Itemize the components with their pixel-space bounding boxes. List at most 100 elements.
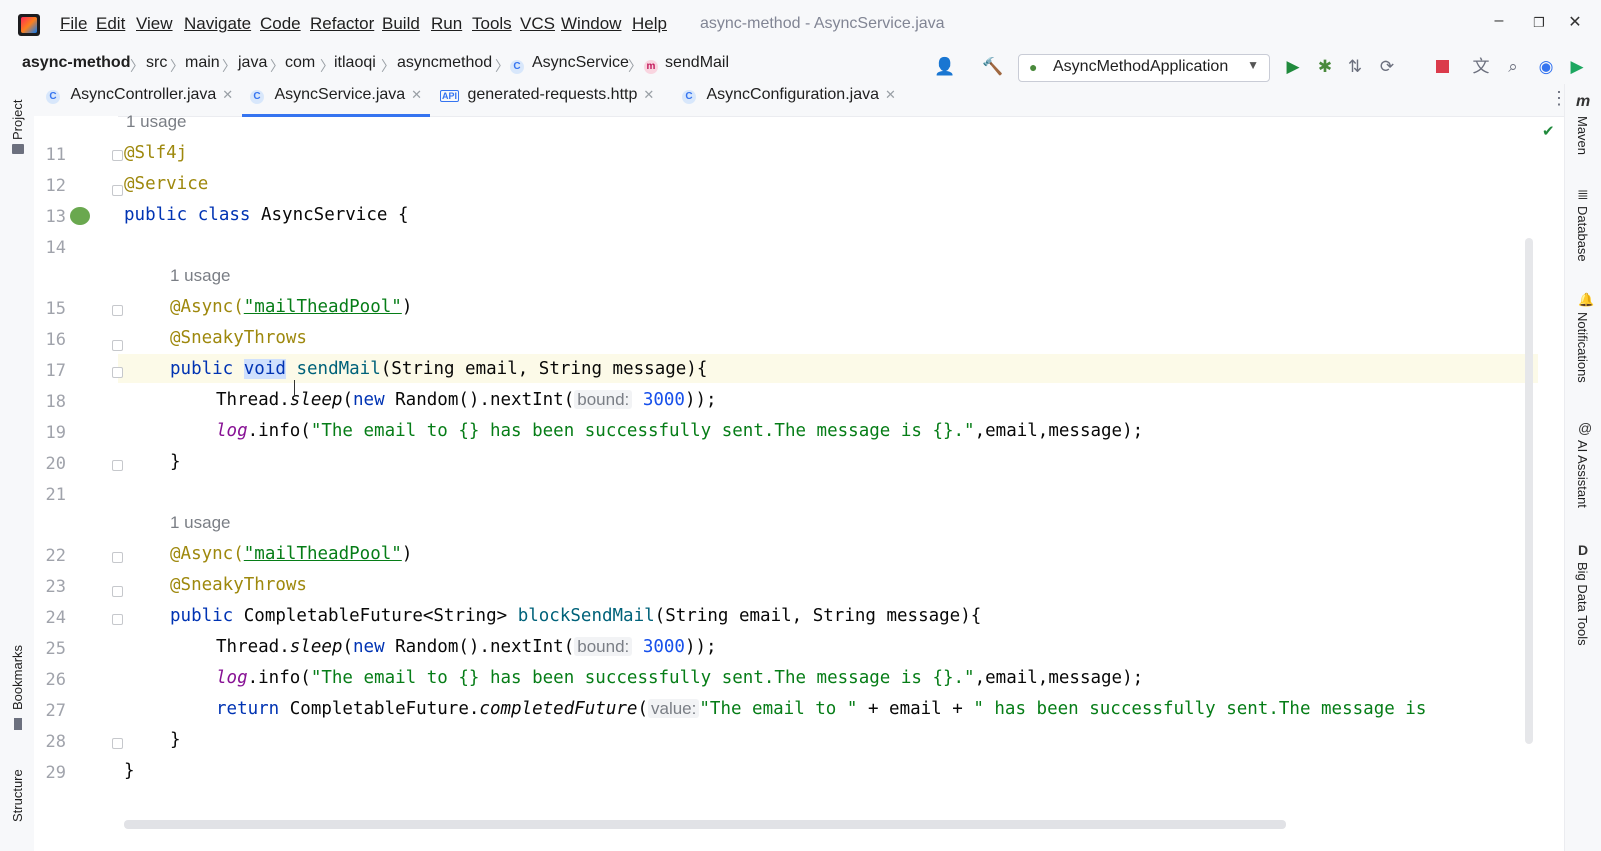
breadcrumb-java[interactable]: java	[238, 54, 267, 72]
menu-view[interactable]: View	[136, 14, 173, 38]
fold-marker-icon[interactable]	[112, 614, 123, 625]
fold-marker-icon[interactable]	[112, 738, 123, 749]
build-hammer-icon[interactable]: 🔨	[982, 56, 1004, 78]
menu-vcs[interactable]: VCS	[520, 14, 555, 38]
usage-hint[interactable]: 1 usage	[170, 513, 231, 533]
ai-assistant-tool-button[interactable]: AI Assistant	[1575, 440, 1590, 508]
coverage-icon[interactable]: ⇅	[1344, 56, 1366, 78]
close-button[interactable]: ✕	[1560, 12, 1590, 32]
bookmarks-tool-button[interactable]: Bookmarks	[10, 645, 25, 710]
breadcrumb-itlaoqi[interactable]: itlaoqi	[334, 54, 376, 72]
intellij-logo-icon[interactable]	[18, 14, 40, 36]
profiler-icon[interactable]: ⟳	[1376, 56, 1398, 78]
fold-marker-icon[interactable]	[112, 367, 123, 378]
code-line-25[interactable]: Thread.sleep(new Random().nextInt(bound:…	[216, 637, 717, 657]
line-number: 23	[45, 577, 66, 597]
notifications-tool-button[interactable]: Notifications	[1575, 312, 1590, 383]
translate-icon[interactable]: 文	[1470, 56, 1492, 78]
debug-icon[interactable]: ✱	[1314, 56, 1336, 78]
big-data-tools-tool-button[interactable]: Big Data Tools	[1575, 562, 1590, 646]
database-tool-button[interactable]: Database	[1575, 206, 1590, 262]
close-tab-icon[interactable]: ✕	[411, 87, 422, 102]
run-icon[interactable]: ▶	[1282, 56, 1304, 78]
fold-marker-icon[interactable]	[112, 340, 123, 351]
fold-marker-icon[interactable]	[112, 552, 123, 563]
search-icon[interactable]: ⌕	[1502, 56, 1524, 78]
user-icon[interactable]: 👤	[934, 56, 956, 78]
no-problems-check-icon[interactable]: ✔	[1542, 122, 1555, 140]
menu-run[interactable]: Run	[431, 14, 462, 38]
menu-navigate[interactable]: Navigate	[184, 14, 251, 38]
fold-marker-icon[interactable]	[112, 460, 123, 471]
code-text: ,email,message);	[974, 421, 1144, 441]
code-line-13[interactable]: public class AsyncService {	[124, 205, 408, 225]
breadcrumb-src[interactable]: src	[146, 54, 167, 72]
menu-code[interactable]: Code	[260, 14, 301, 38]
code-text: .info(	[247, 421, 311, 441]
close-tab-icon[interactable]: ✕	[643, 87, 654, 102]
menu-window[interactable]: Window	[561, 14, 621, 38]
code-line-18[interactable]: Thread.sleep(new Random().nextInt(bound:…	[216, 390, 717, 410]
menu-edit[interactable]: Edit	[96, 14, 125, 38]
more-tabs-icon[interactable]: ⋮	[1550, 88, 1568, 109]
fold-marker-icon[interactable]	[112, 305, 123, 316]
fold-marker-icon[interactable]	[112, 586, 123, 597]
breadcrumb-method[interactable]: sendMail	[665, 54, 729, 72]
breadcrumb-project[interactable]: async-method	[22, 54, 130, 72]
tab-generated-requests[interactable]: API generated-requests.http ✕	[440, 86, 654, 114]
menu-build[interactable]: Build	[382, 14, 420, 38]
code-line-17[interactable]: public void sendMail(String email, Strin…	[170, 359, 707, 379]
code-line-24[interactable]: public CompletableFuture<String> blockSe…	[170, 606, 981, 626]
menu-tools[interactable]: Tools	[472, 14, 512, 38]
fold-marker-icon[interactable]	[112, 185, 123, 196]
close-tab-icon[interactable]: ✕	[885, 87, 896, 102]
annotation: @Async(	[170, 297, 244, 317]
stop-icon[interactable]	[1432, 56, 1454, 78]
usage-hint[interactable]: 1 usage	[126, 112, 187, 132]
tab-asynccontroller[interactable]: C AsyncController.java ✕	[46, 86, 233, 114]
code-line-11[interactable]: @Slf4j	[124, 143, 187, 163]
parameter-hint: value:	[648, 699, 700, 718]
horizontal-scrollbar[interactable]	[124, 820, 1286, 829]
code-line-15[interactable]: @Async("mailTheadPool")	[170, 297, 412, 317]
menu-refactor[interactable]: Refactor	[310, 14, 374, 38]
menu-file[interactable]: File	[60, 14, 87, 38]
code-line-29[interactable]: }	[124, 761, 135, 781]
usage-hint[interactable]: 1 usage	[170, 266, 231, 286]
maven-tool-button[interactable]: Maven	[1575, 116, 1590, 155]
menu-help[interactable]: Help	[632, 14, 667, 38]
jetbrains-ai-icon[interactable]: ◉	[1535, 56, 1557, 78]
code-text: CompletableFuture.	[279, 699, 480, 719]
structure-tool-button[interactable]: Structure	[10, 769, 25, 822]
breadcrumb-asyncmethod[interactable]: asyncmethod	[397, 54, 492, 72]
class-icon: C	[46, 90, 60, 104]
tab-asyncservice[interactable]: C AsyncService.java ✕	[242, 86, 431, 117]
static-method: completedFuture	[479, 699, 638, 719]
code-with-me-icon[interactable]: ▶	[1566, 56, 1588, 78]
code-line-16[interactable]: @SneakyThrows	[170, 328, 307, 348]
breadcrumb-com[interactable]: com	[285, 54, 315, 72]
tab-asyncconfiguration[interactable]: C AsyncConfiguration.java ✕	[682, 86, 896, 114]
line-number: 16	[45, 330, 66, 350]
breadcrumb-main[interactable]: main	[185, 54, 220, 72]
line-number: 13	[45, 207, 66, 227]
code-line-23[interactable]: @SneakyThrows	[170, 575, 307, 595]
code-line-26[interactable]: log.info("The email to {} has been succe…	[216, 668, 1143, 688]
class-icon: C	[510, 56, 524, 74]
code-line-22[interactable]: @Async("mailTheadPool")	[170, 544, 412, 564]
code-line-27[interactable]: return CompletableFuture.completedFuture…	[216, 699, 1522, 719]
code-line-20[interactable]: }	[170, 452, 181, 472]
maximize-button[interactable]: ❐	[1524, 15, 1554, 31]
breadcrumb-class[interactable]: AsyncService	[532, 54, 629, 72]
minimize-button[interactable]: –	[1484, 12, 1514, 30]
vertical-scrollbar[interactable]	[1525, 238, 1533, 744]
spring-bean-gutter-icon[interactable]	[70, 207, 90, 225]
fold-marker-icon[interactable]	[112, 150, 123, 161]
code-line-12[interactable]: @Service	[124, 174, 208, 194]
code-text: ));	[684, 390, 717, 410]
code-line-19[interactable]: log.info("The email to {} has been succe…	[216, 421, 1143, 441]
run-configuration-selector[interactable]: ● AsyncMethodApplication ▼	[1018, 54, 1270, 82]
close-tab-icon[interactable]: ✕	[222, 87, 233, 102]
code-line-28[interactable]: }	[170, 730, 181, 750]
project-tool-button[interactable]: Project	[10, 100, 25, 140]
